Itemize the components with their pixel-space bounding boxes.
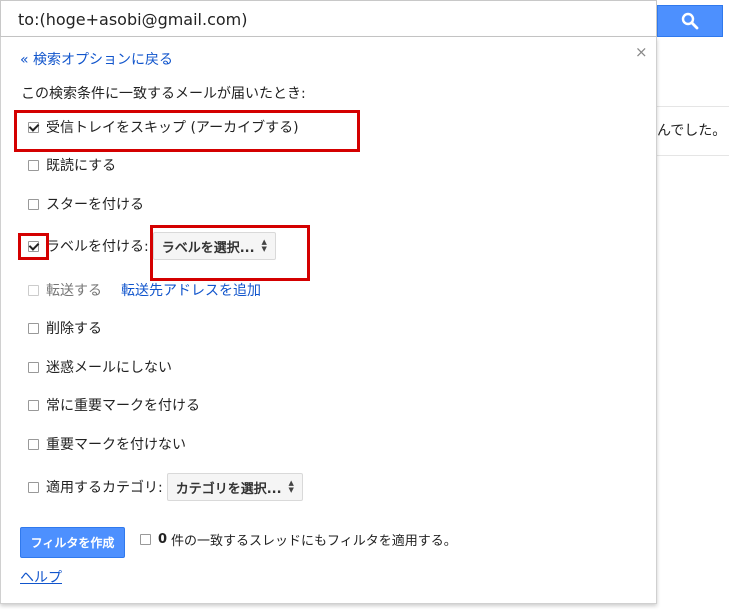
highlight-box	[14, 110, 360, 152]
close-icon[interactable]: ×	[635, 43, 648, 61]
mark-read-checkbox[interactable]	[28, 159, 39, 171]
select-arrows-icon: ▲ ▼	[288, 479, 294, 494]
add-forwarding-address-link[interactable]: 転送先アドレスを追加	[121, 280, 261, 300]
create-filter-button[interactable]: フィルタを作成	[20, 527, 125, 558]
always-important-checkbox[interactable]	[28, 399, 39, 411]
option-never-important[interactable]: 重要マークを付けない	[28, 434, 186, 454]
category-label: 適用するカテゴリ:	[46, 480, 163, 496]
highlight-box	[18, 233, 49, 260]
apply-existing-label: 件の一致するスレッドにもフィルタを適用する。	[171, 533, 457, 549]
category-select[interactable]: カテゴリを選択... ▲ ▼	[166, 473, 303, 501]
option-category[interactable]: 適用するカテゴリ: カテゴリを選択... ▲ ▼	[28, 473, 303, 501]
mark-read-label: 既読にする	[46, 158, 117, 174]
back-to-search-options-link[interactable]: « 検索オプションに戻る	[20, 49, 173, 69]
star-checkbox[interactable]	[28, 198, 39, 210]
always-important-label: 常に重要マークを付ける	[46, 398, 200, 414]
never-important-checkbox[interactable]	[28, 438, 39, 450]
option-never-spam[interactable]: 迷惑メールにしない	[28, 357, 172, 377]
help-link[interactable]: ヘルプ	[20, 567, 62, 587]
category-select-value: カテゴリを選択...	[175, 481, 282, 497]
filter-intro: この検索条件に一致するメールが届いたとき:	[21, 86, 306, 102]
delete-label: 削除する	[46, 321, 102, 337]
search-query[interactable]: to:(hoge+asobi@gmail.com)	[18, 10, 248, 29]
option-always-important[interactable]: 常に重要マークを付ける	[28, 395, 200, 415]
background-snippet: んでした。	[657, 123, 727, 139]
divider	[657, 106, 729, 107]
option-forward[interactable]: 転送する 転送先アドレスを追加	[28, 280, 261, 300]
apply-label-label: ラベルを付ける:	[46, 239, 149, 255]
never-important-label: 重要マークを付けない	[46, 437, 186, 453]
search-icon	[681, 12, 699, 30]
highlight-box	[150, 225, 310, 281]
divider	[657, 155, 729, 156]
forward-checkbox[interactable]	[28, 284, 39, 296]
option-star[interactable]: スターを付ける	[28, 194, 144, 214]
option-delete[interactable]: 削除する	[28, 318, 102, 338]
option-mark-read[interactable]: 既読にする	[28, 155, 116, 175]
never-spam-checkbox[interactable]	[28, 361, 39, 373]
search-button[interactable]	[657, 5, 723, 37]
never-spam-label: 迷惑メールにしない	[46, 360, 172, 376]
search-bar[interactable]: to:(hoge+asobi@gmail.com)	[0, 0, 657, 37]
apply-existing-option[interactable]: 0 件の一致するスレッドにもフィルタを適用する。	[140, 531, 457, 549]
forward-label: 転送する	[46, 283, 102, 299]
apply-existing-checkbox[interactable]	[140, 533, 151, 545]
category-checkbox[interactable]	[28, 481, 39, 493]
matching-thread-count: 0	[158, 531, 168, 547]
delete-checkbox[interactable]	[28, 322, 39, 334]
star-label: スターを付ける	[46, 197, 144, 213]
